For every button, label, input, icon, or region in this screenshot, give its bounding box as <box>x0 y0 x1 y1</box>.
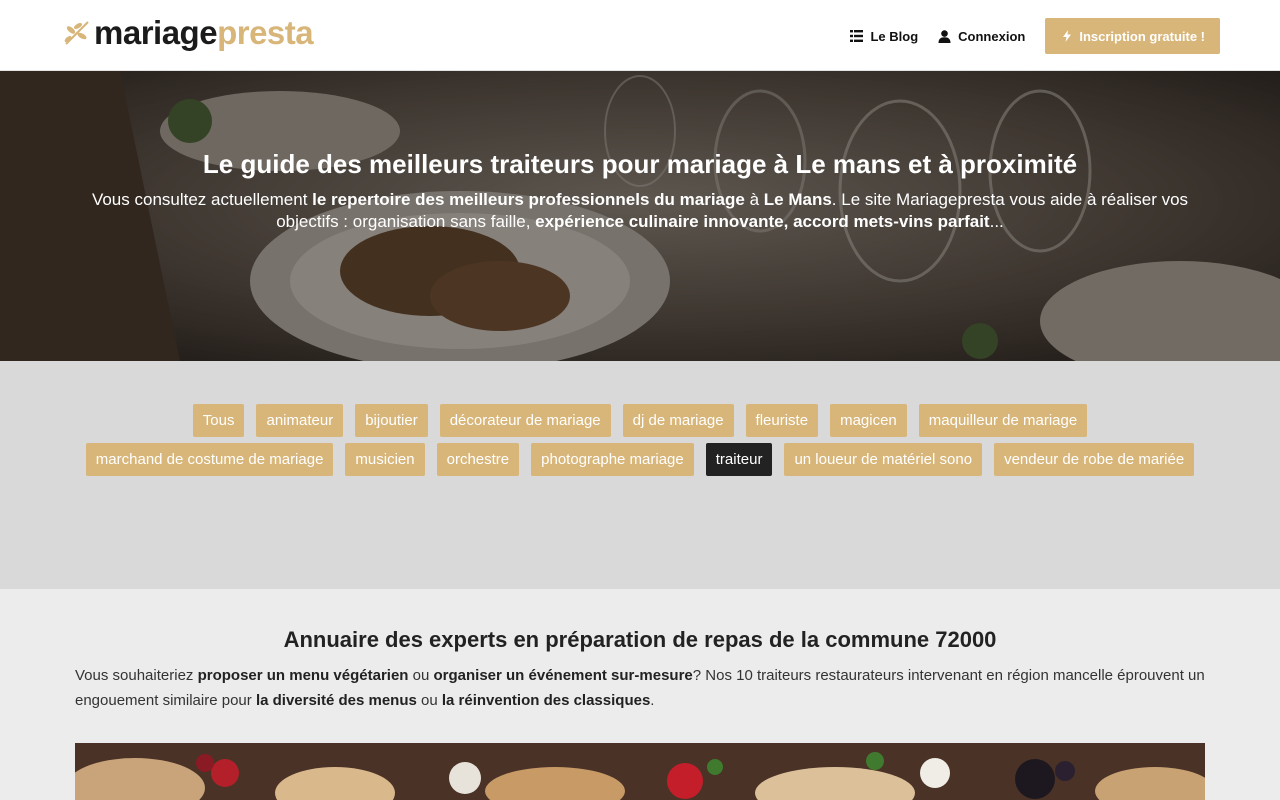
section-text-part: . <box>650 692 655 709</box>
section-text-bold: la diversité des menus <box>255 692 417 709</box>
filter-tag-orchestre[interactable]: orchestre <box>436 443 520 476</box>
filter-tag-sono[interactable]: un loueur de matériel sono <box>784 443 983 476</box>
filter-tag-animateur[interactable]: animateur <box>256 404 344 437</box>
filter-tag-maquilleur[interactable]: maquilleur de mariage <box>918 404 1088 437</box>
filter-tag-musicien[interactable]: musicien <box>345 443 425 476</box>
leaf-logo-icon <box>64 21 89 45</box>
directory-section: Annuaire des experts en préparation de r… <box>0 589 1280 800</box>
signup-button[interactable]: Inscription gratuite ! <box>1045 18 1220 54</box>
filter-row: marchand de costume de mariage musicien … <box>0 443 1280 476</box>
page-title: Le guide des meilleurs traiteurs pour ma… <box>202 149 1078 179</box>
signup-button-label: Inscription gratuite ! <box>1079 28 1205 44</box>
section-text-part: ou <box>416 692 442 709</box>
filter-tag-traiteur-active[interactable]: traiteur <box>705 443 773 476</box>
section-intro: Vous souhaiteriez proposer un menu végét… <box>75 663 1210 713</box>
filter-tag-decorateur[interactable]: décorateur de mariage <box>439 404 611 437</box>
section-text-bold: organiser un événement sur-mesure <box>433 667 693 684</box>
filter-tag-magicien[interactable]: magicen <box>830 404 907 437</box>
hero-intro-part: à <box>744 190 764 209</box>
filter-row: Tous animateur bijoutier décorateur de m… <box>0 404 1280 437</box>
hero-intro-part: ... <box>989 212 1004 231</box>
list-icon <box>850 30 864 42</box>
site-logo[interactable]: mariagepresta <box>62 14 314 51</box>
main-nav: Le Blog Connexion Inscription gratuite ! <box>830 18 1220 54</box>
login-link-label: Connexion <box>958 28 1026 44</box>
logo-text-part2: presta <box>217 14 314 51</box>
filter-tag-fleuriste[interactable]: fleuriste <box>745 404 819 437</box>
category-filters: Tous animateur bijoutier décorateur de m… <box>0 361 1280 589</box>
hero-intro-bold: expérience culinaire innovante, accord m… <box>535 212 990 231</box>
filter-tag-costume[interactable]: marchand de costume de mariage <box>85 443 334 476</box>
logo-text-part1: mariage <box>94 14 218 51</box>
catering-photo-image <box>75 743 1205 800</box>
section-text-part: ou <box>408 667 434 684</box>
bolt-icon <box>1063 30 1072 42</box>
site-header: mariagepresta Le Blog Connexion Inscript… <box>0 0 1280 71</box>
filter-tag-bijoutier[interactable]: bijoutier <box>355 404 428 437</box>
hero-intro-bold: Le Mans <box>763 190 832 209</box>
catering-photo <box>75 743 1205 800</box>
section-text-bold: la réinvention des classiques <box>441 692 651 709</box>
hero-intro-part: Vous consultez actuellement <box>91 190 313 209</box>
blog-link[interactable]: Le Blog <box>850 29 918 44</box>
section-title: Annuaire des experts en préparation de r… <box>283 627 997 652</box>
filter-tag-dj[interactable]: dj de mariage <box>622 404 734 437</box>
section-text-bold: proposer un menu végétarien <box>197 667 409 684</box>
filter-tag-robe[interactable]: vendeur de robe de mariée <box>994 443 1195 476</box>
hero-intro: Vous consultez actuellement le repertoir… <box>80 189 1200 233</box>
hero-banner: Le guide des meilleurs traiteurs pour ma… <box>0 71 1280 361</box>
filter-tag-tous[interactable]: Tous <box>192 404 245 437</box>
hero-intro-bold: le repertoire des meilleurs professionne… <box>312 190 745 209</box>
user-icon <box>938 29 951 43</box>
filter-tag-photographe[interactable]: photographe mariage <box>531 443 694 476</box>
login-link[interactable]: Connexion <box>938 29 1025 44</box>
blog-link-label: Le Blog <box>870 28 919 44</box>
section-text-part: Vous souhaiteriez <box>75 667 198 684</box>
